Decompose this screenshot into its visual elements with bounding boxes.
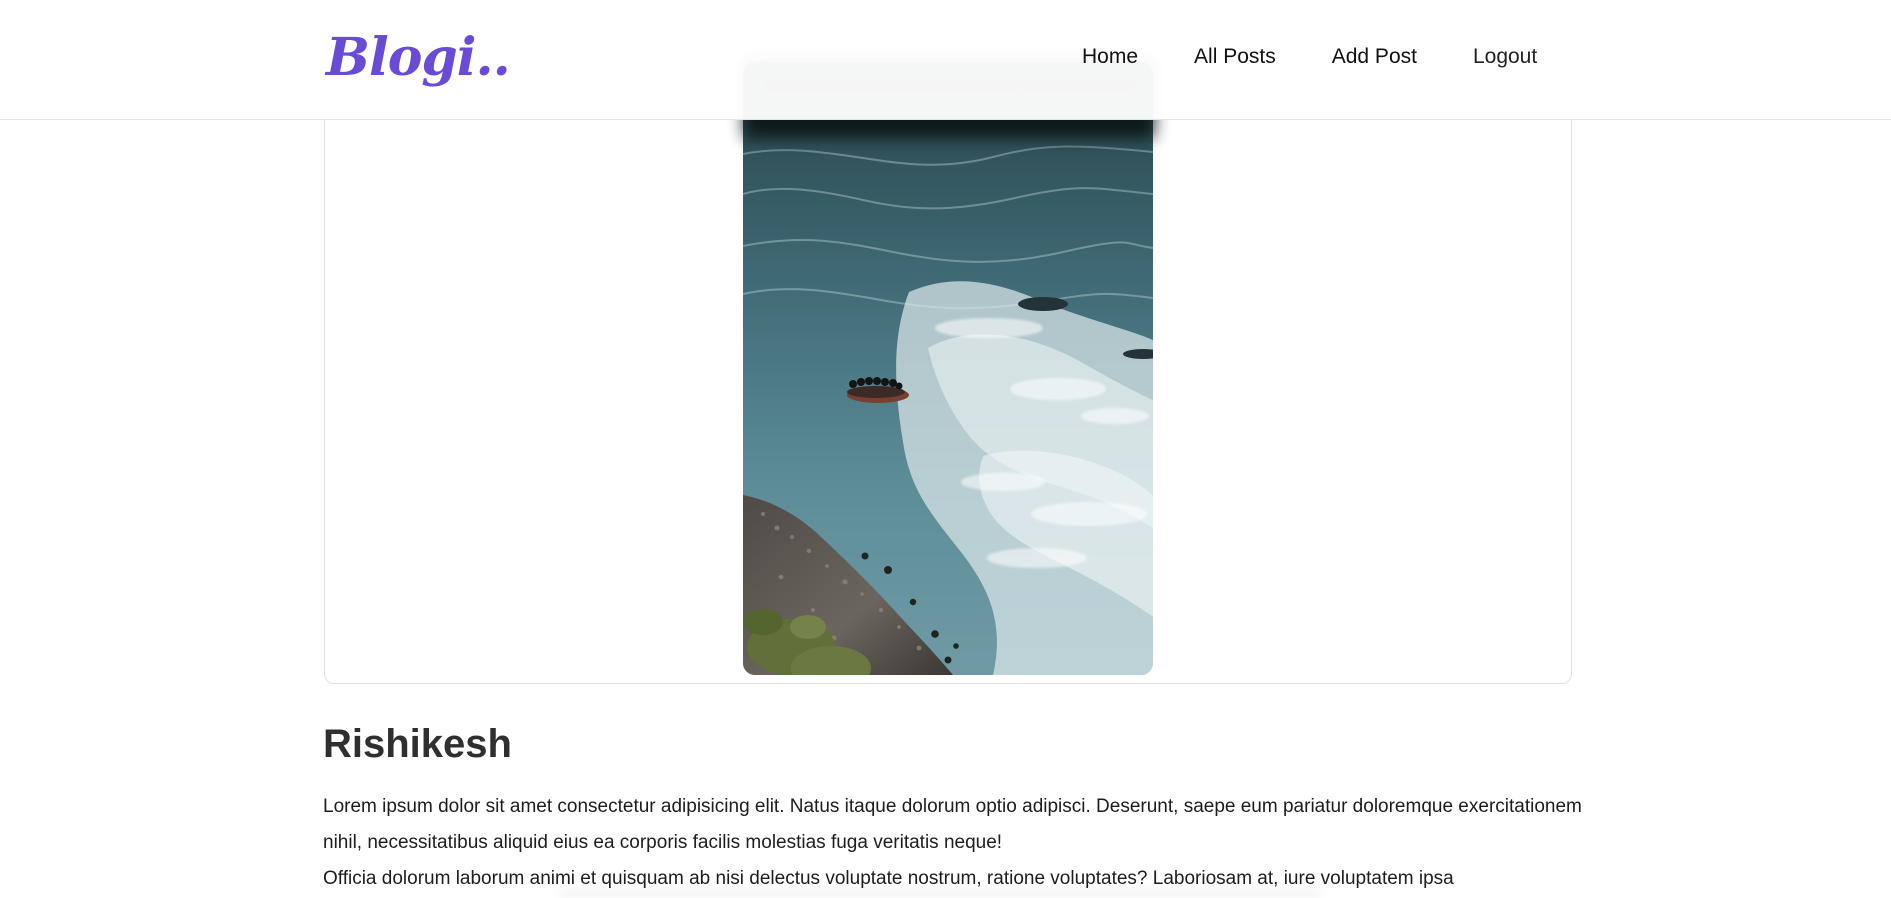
- nav-all-posts-link[interactable]: All Posts: [1194, 40, 1276, 74]
- river-rafting-image: [743, 62, 1153, 675]
- site-logo[interactable]: Blogi..: [326, 26, 511, 90]
- post-paragraph-1: Lorem ipsum dolor sit amet consectetur a…: [323, 796, 1582, 853]
- bottom-shadow: [560, 890, 1320, 898]
- main-nav: Home All Posts Add Post Logout: [1082, 40, 1537, 74]
- site-header: Blogi.. Home All Posts Add Post Logout: [0, 0, 1891, 120]
- nav-add-post-link[interactable]: Add Post: [1332, 40, 1417, 74]
- post-image: [743, 62, 1153, 675]
- post-body: Lorem ipsum dolor sit amet consectetur a…: [323, 789, 1583, 897]
- blog-post-page: Blogi.. Home All Posts Add Post Logout R…: [0, 0, 1891, 898]
- post-title: Rishikesh: [323, 722, 512, 766]
- nav-home-link[interactable]: Home: [1082, 40, 1138, 74]
- nav-logout-link[interactable]: Logout: [1473, 40, 1537, 74]
